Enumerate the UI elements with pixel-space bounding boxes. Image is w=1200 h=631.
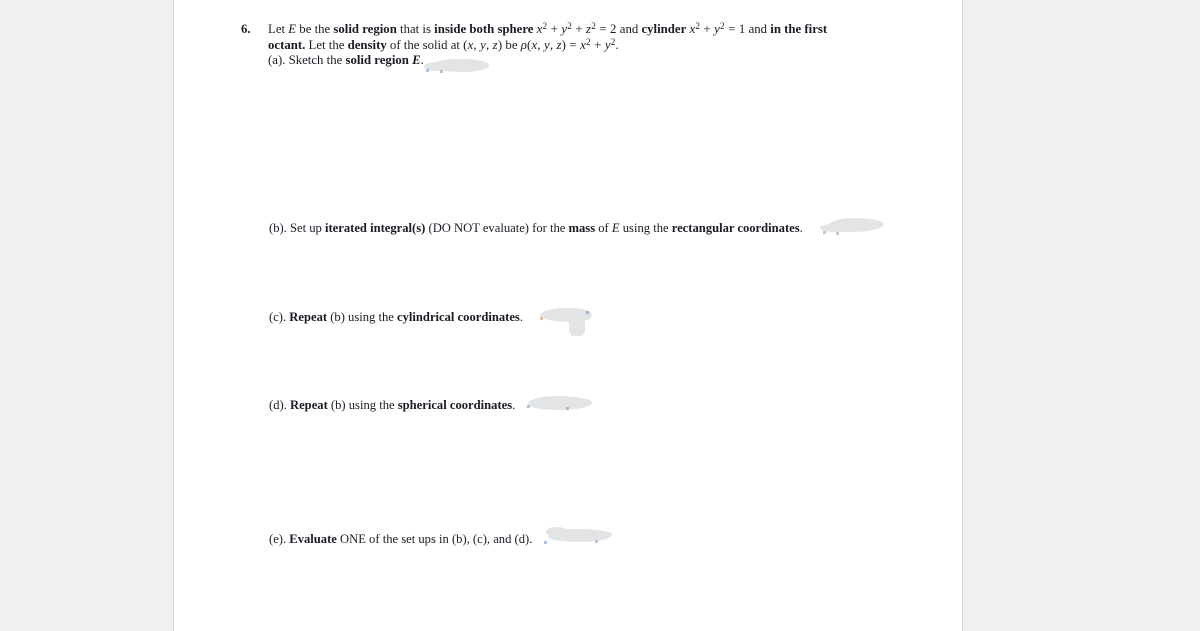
problem-number: 6. xyxy=(241,22,251,36)
redaction-smudge-part-c xyxy=(540,308,592,322)
part-a-bold: solid region xyxy=(345,53,409,67)
stem-bold-solid-region: solid region xyxy=(333,22,397,36)
stem-bold-cylinder: cylinder xyxy=(641,22,687,36)
part-d-seg3: . xyxy=(512,398,516,412)
part-c-bold-cylindrical: cylindrical coordinates xyxy=(397,310,520,324)
part-d-bold-spherical: spherical coordinates xyxy=(397,398,513,412)
part-c-seg2: (b) using the xyxy=(327,310,398,324)
part-d-label: (d). xyxy=(269,398,287,412)
equation-sphere: x2 + y2 + z2 = 2 xyxy=(536,20,617,36)
part-a-var-E: E xyxy=(412,53,421,67)
stem-bold-density: density xyxy=(347,37,387,52)
part-b: (b). Set up iterated integral(s) (DO NOT… xyxy=(269,221,803,237)
part-a-tail: . xyxy=(420,53,424,67)
scan-artifact-2 xyxy=(440,70,443,73)
part-c-label: (c). xyxy=(269,310,287,324)
stem-period: . xyxy=(615,37,619,52)
stem-text-7: of the solid at xyxy=(386,37,464,52)
scan-artifact-10 xyxy=(595,540,598,543)
part-b-seg3: of xyxy=(595,221,612,235)
stem-text-1: Let xyxy=(268,22,289,36)
equation-cylinder: x2 + y2 = 1 xyxy=(689,20,746,36)
scan-artifact-6 xyxy=(586,311,589,314)
part-b-var-E: E xyxy=(611,221,620,235)
point-xyz: (x, y, z) xyxy=(463,37,503,52)
stem-line-2: octant. Let the density of the solid at … xyxy=(268,36,931,54)
stem-text-8: be xyxy=(502,37,521,52)
scan-artifact-1 xyxy=(426,69,429,72)
redaction-smudge-part-d xyxy=(528,396,592,410)
part-c-bold-repeat: Repeat xyxy=(289,310,328,324)
part-b-bold-mass: mass xyxy=(568,221,596,235)
part-c: (c). Repeat (b) using the cylindrical co… xyxy=(269,310,523,326)
part-a-label: (a). xyxy=(268,53,286,67)
part-a: (a). Sketch the solid region E. xyxy=(268,53,931,69)
part-d: (d). Repeat (b) using the spherical coor… xyxy=(269,398,515,414)
stem-text-3: that is xyxy=(396,22,435,36)
stem-text-5: and xyxy=(745,22,771,36)
stem-text-4: and xyxy=(616,22,642,36)
scan-artifact-7 xyxy=(527,405,530,408)
part-e-label: (e). xyxy=(269,532,287,546)
part-b-seg4: using the xyxy=(619,221,672,235)
page-viewport: 6. Let E be the solid region that is ins… xyxy=(0,0,1200,631)
part-b-label: (b). xyxy=(269,221,287,235)
part-e-bold-evaluate: Evaluate xyxy=(289,532,337,546)
redaction-smudge-part-c-2 xyxy=(569,314,585,336)
part-b-bold-rectangular: rectangular coordinates xyxy=(671,221,800,235)
part-b-bold-iterated: iterated integral(s) xyxy=(324,221,426,235)
part-a-text: Sketch the xyxy=(288,53,346,67)
redaction-smudge-part-b xyxy=(828,218,884,232)
redaction-smudge-part-e xyxy=(548,529,612,542)
part-c-seg3: . xyxy=(519,310,523,324)
part-d-seg2: (b) using the xyxy=(327,398,398,412)
scan-artifact-9 xyxy=(544,541,547,544)
redaction-smudge-part-b-2 xyxy=(820,224,850,232)
scan-artifact-8 xyxy=(566,407,569,410)
problem-stem-row: 6. Let E be the solid region that is ins… xyxy=(241,20,931,69)
stem-bold-in-the-first: in the first xyxy=(770,22,828,36)
scan-artifact-4 xyxy=(836,232,839,235)
redaction-smudge-part-e-2 xyxy=(546,527,568,537)
problem-stem: Let E be the solid region that is inside… xyxy=(268,20,931,69)
problem-6: 6. Let E be the solid region that is ins… xyxy=(241,20,931,69)
equation-density: ρ(x, y, z) = x2 + y2 xyxy=(520,36,616,52)
scan-artifact-5 xyxy=(540,317,543,320)
stem-bold-inside-both-sphere: inside both sphere xyxy=(434,22,534,36)
part-b-seg2: (DO NOT evaluate) for the xyxy=(425,221,569,235)
stem-line-1: Let E be the solid region that is inside… xyxy=(268,20,931,38)
stem-text-2: be the xyxy=(296,22,334,36)
scan-artifact-3 xyxy=(823,231,826,234)
stem-text-6: Let the xyxy=(305,37,348,52)
part-e: (e). Evaluate ONE of the set ups in (b),… xyxy=(269,532,532,548)
part-b-seg1: Set up xyxy=(290,221,325,235)
part-d-bold-repeat: Repeat xyxy=(290,398,328,412)
stem-bold-octant: octant. xyxy=(268,37,306,52)
stem-var-E: E xyxy=(288,22,297,36)
part-b-seg5: . xyxy=(799,221,803,235)
part-e-seg2: ONE of the set ups in (b), (c), and (d). xyxy=(336,532,533,546)
document-page: 6. Let E be the solid region that is ins… xyxy=(173,0,963,631)
